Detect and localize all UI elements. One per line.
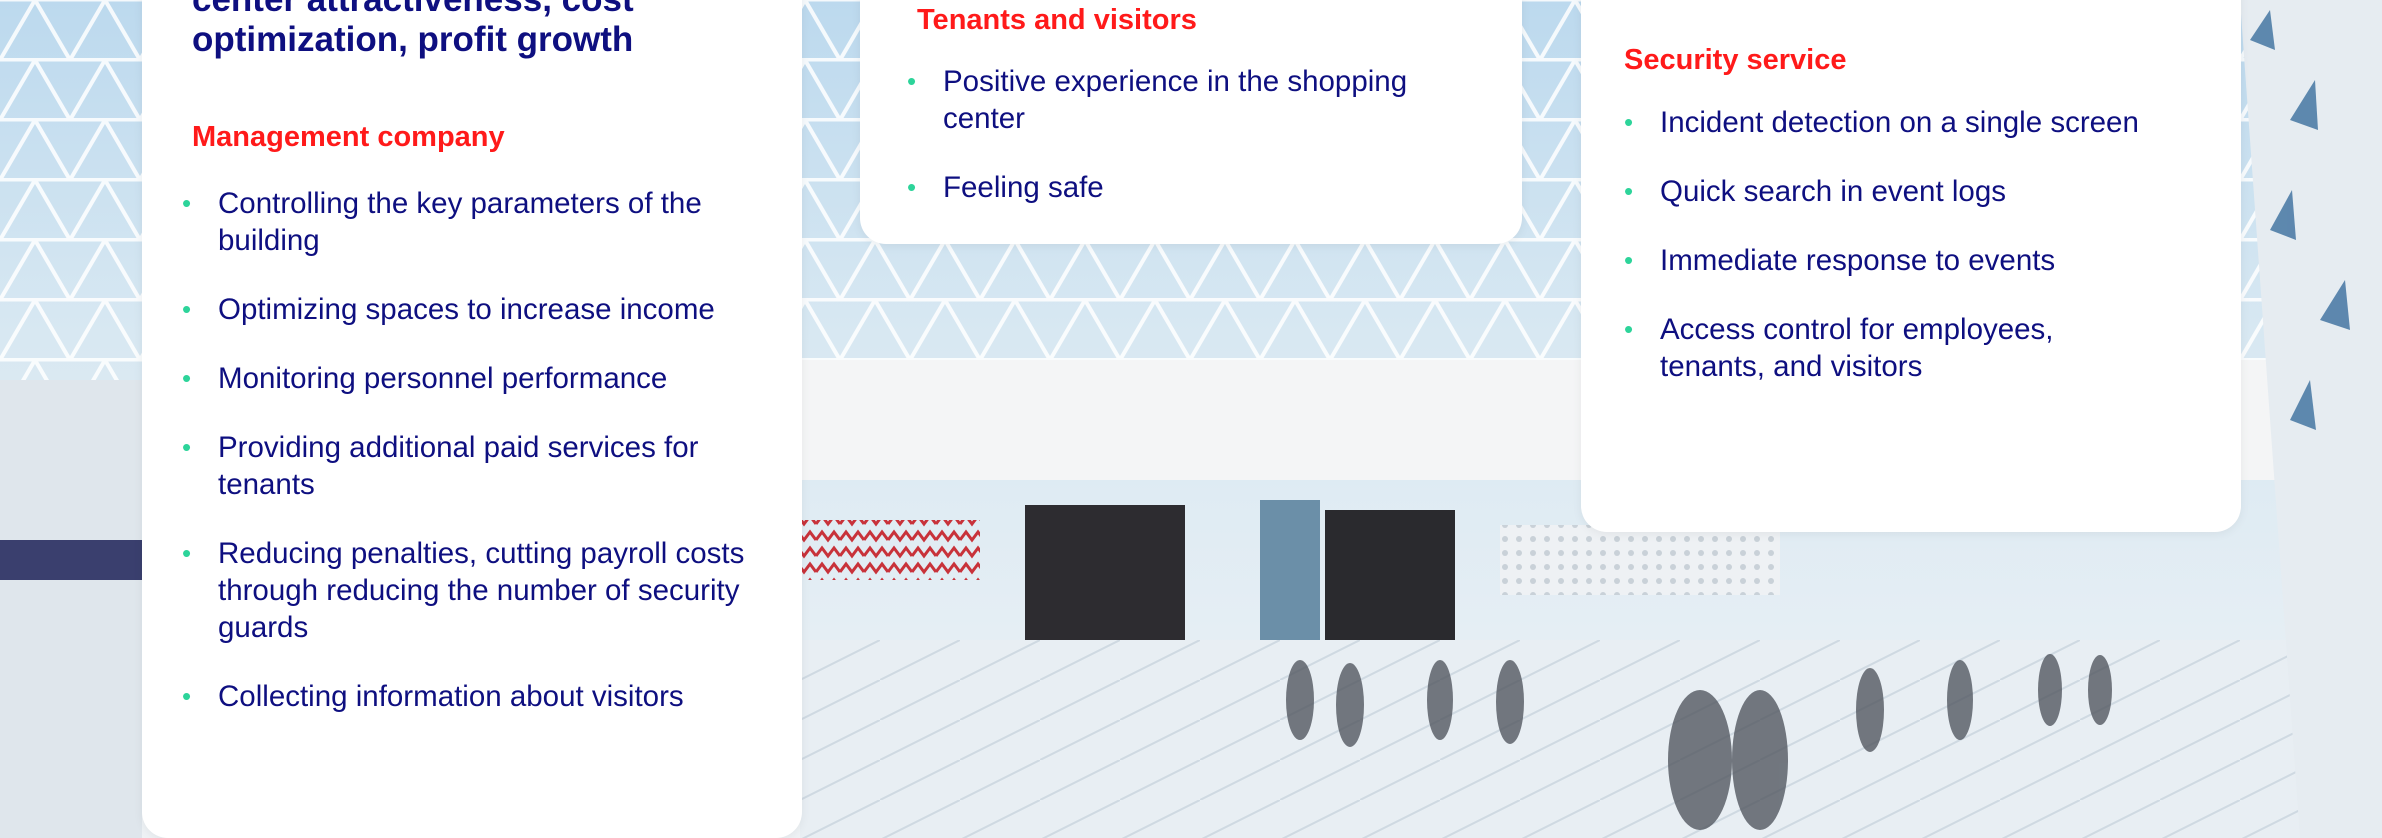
list-item: • Optimizing spaces to increase income xyxy=(182,293,715,326)
headline-line-2: optimization, profit growth xyxy=(192,20,634,59)
list-item: • Positive experience in the shopping cen… xyxy=(907,65,1408,135)
list-item: • Reducing penalties, cutting payroll cos… xyxy=(182,537,745,644)
tenants-visitors-card: Tenants and visitors • Positive experienc… xyxy=(860,0,1522,244)
list-item: • Collecting information about visitors xyxy=(182,680,684,713)
bullet-icon: • xyxy=(1624,314,1634,344)
bullet-icon: • xyxy=(182,188,192,218)
list-item: • Immediate response to events xyxy=(1624,244,2056,277)
bullet-icon: • xyxy=(182,538,192,568)
headline-line-1: center attractiveness, cost xyxy=(192,0,634,19)
bullet-icon: • xyxy=(182,432,192,462)
bullet-icon: • xyxy=(182,681,192,711)
list-item: • Feeling safe xyxy=(907,171,1104,204)
bullet-icon: • xyxy=(182,294,192,324)
bullet-icon: • xyxy=(182,363,192,393)
familia-store-sign xyxy=(0,540,142,580)
list-item: • Incident detection on a single screen xyxy=(1624,106,2139,139)
list-item: • Providing additional paid services for … xyxy=(182,431,699,501)
bullet-icon: • xyxy=(907,172,917,202)
security-service-card: Security service • Incident detection on … xyxy=(1581,0,2241,532)
list-item: • Quick search in event logs xyxy=(1624,175,2006,208)
tenants-visitors-title: Tenants and visitors xyxy=(917,4,1197,36)
management-company-title: Management company xyxy=(192,121,505,153)
benefits-headline: center attractiveness, cost optimization… xyxy=(192,0,732,60)
tenants-visitors-list: • Positive experience in the shopping cen… xyxy=(907,63,1467,206)
bullet-icon: • xyxy=(1624,176,1634,206)
bullet-icon: • xyxy=(1624,107,1634,137)
management-company-list: • Controlling the key parameters of the b… xyxy=(182,185,752,715)
list-item: • Access control for employees, tenants, … xyxy=(1624,313,2054,383)
bullet-icon: • xyxy=(907,66,917,96)
management-company-card: center attractiveness, cost optimization… xyxy=(142,0,802,838)
security-service-list: • Incident detection on a single screen •… xyxy=(1624,104,2144,385)
list-item: • Controlling the key parameters of the b… xyxy=(182,187,702,257)
list-item: • Monitoring personnel performance xyxy=(182,362,668,395)
cinnabon-poster-2 xyxy=(1325,510,1455,660)
security-service-title: Security service xyxy=(1624,44,1847,76)
bullet-icon: • xyxy=(1624,245,1634,275)
